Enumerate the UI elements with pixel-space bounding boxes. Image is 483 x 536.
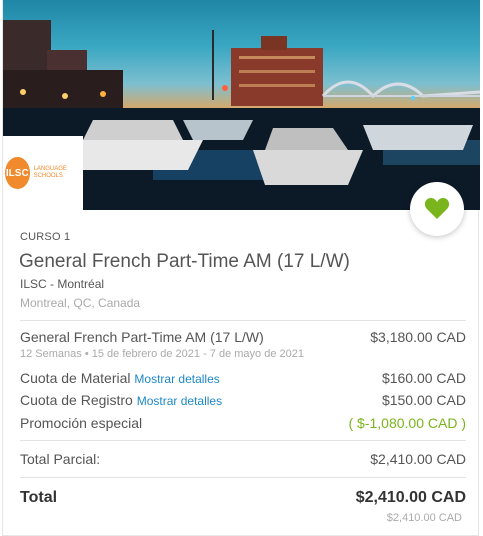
course-title: General French Part-Time AM (17 L/W) <box>19 251 350 272</box>
course-weeks: 12 Semanas <box>20 348 82 360</box>
promotion-price: ( $-1,080.00 CAD ) <box>348 415 467 431</box>
material-details-link[interactable]: Mostrar detalles <box>134 372 219 386</box>
hero-image: ILSC LANGUAGE SCHOOLS <box>3 0 480 210</box>
school-logo: ILSC LANGUAGE SCHOOLS <box>3 136 83 210</box>
course-meta: 12 Semanas • 15 de febrero de 2021 - 7 d… <box>20 348 304 360</box>
logo-mark: ILSC <box>5 157 30 189</box>
promotion-label: Promoción especial <box>20 415 143 431</box>
bullet-separator: • <box>84 348 92 360</box>
course-line-label: General French Part-Time AM (17 L/W) <box>20 329 264 345</box>
subtotal-value: $2,410.00 CAD <box>370 451 466 467</box>
course-line-price: $3,180.00 CAD <box>370 329 466 345</box>
school-name: ILSC - Montréal <box>20 277 105 291</box>
total-label: Total <box>20 489 58 506</box>
registration-fee-price: $150.00 CAD <box>381 392 466 408</box>
registration-details-link[interactable]: Mostrar detalles <box>137 394 222 408</box>
favorite-button[interactable] <box>410 182 464 236</box>
logo-subtext: LANGUAGE SCHOOLS <box>33 166 67 179</box>
total-secondary: $2,410.00 CAD <box>386 512 462 524</box>
registration-fee-label: Cuota de Registro <box>20 392 133 408</box>
divider <box>20 440 466 441</box>
course-dates: 15 de febrero de 2021 - 7 de mayo de 202… <box>91 348 304 360</box>
divider <box>20 320 466 321</box>
course-index-label: CURSO 1 <box>20 231 71 243</box>
subtotal-label: Total Parcial: <box>20 451 101 467</box>
course-card: ILSC LANGUAGE SCHOOLS CURSO 1 General Fr… <box>2 0 480 536</box>
material-fee-label: Cuota de Material <box>20 370 131 386</box>
school-location: Montreal, QC, Canada <box>20 296 141 310</box>
material-fee-price: $160.00 CAD <box>381 370 466 386</box>
total-value: $2,410.00 CAD <box>355 489 466 506</box>
divider <box>20 477 466 478</box>
heart-icon <box>424 198 450 219</box>
